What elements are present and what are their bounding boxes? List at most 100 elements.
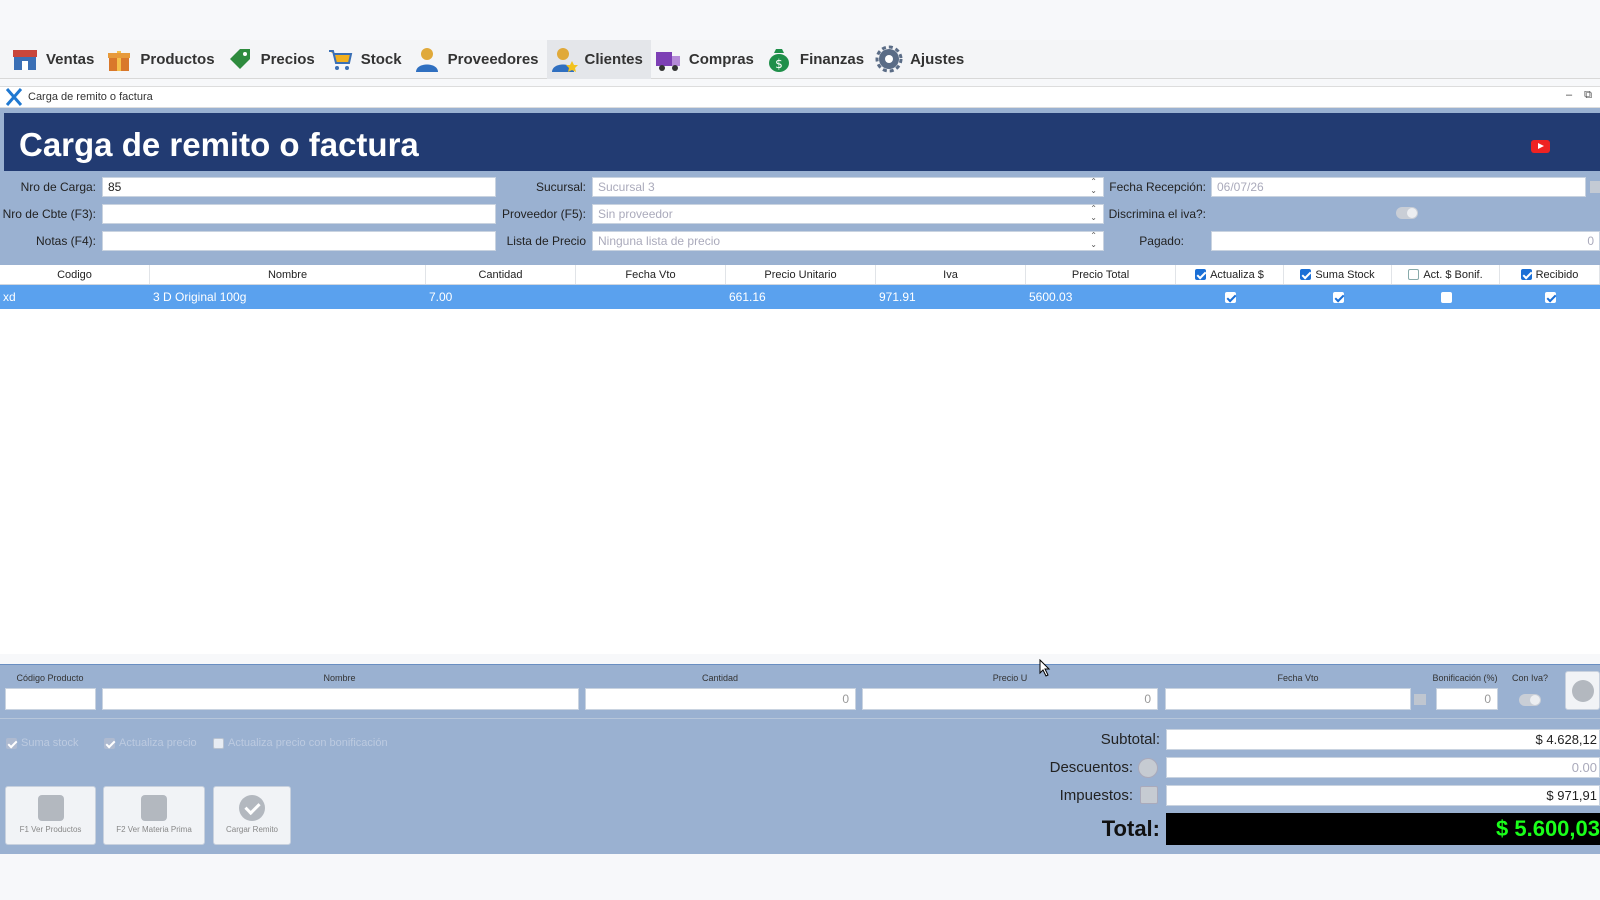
page-title: Carga de remito o factura xyxy=(19,126,419,163)
con-iva-toggle[interactable] xyxy=(1519,694,1541,706)
nro-carga-field[interactable]: 85 xyxy=(102,177,496,197)
pagado-label: Pagado: xyxy=(1139,234,1184,248)
menu-item-ventas[interactable]: Ventas xyxy=(8,40,102,79)
minimize-button[interactable]: – xyxy=(1566,89,1572,102)
client-person-icon xyxy=(551,48,578,72)
youtube-icon[interactable] xyxy=(1531,140,1550,153)
supplier-person-icon xyxy=(415,48,438,72)
header-checkbox[interactable] xyxy=(1195,269,1207,280)
row-checkbox[interactable] xyxy=(1224,291,1236,303)
descuentos-button[interactable] xyxy=(1138,758,1158,778)
table-cell-iva: 971.91 xyxy=(879,290,916,304)
row-checkbox[interactable] xyxy=(1332,291,1344,303)
checkmark-icon xyxy=(239,795,265,821)
column-header[interactable]: Precio Unitario xyxy=(726,265,876,284)
subtotal-label: Subtotal: xyxy=(1100,731,1160,748)
actualiza-bonif-checkbox[interactable] xyxy=(213,737,224,749)
column-header-label: Actualiza $ xyxy=(1210,268,1264,281)
column-header-label: Suma Stock xyxy=(1315,268,1375,281)
subtotal-field: $ 4.628,12 xyxy=(1166,729,1600,750)
column-header-label: Recibido xyxy=(1535,268,1579,281)
descuentos-field[interactable]: 0.00 xyxy=(1166,757,1600,778)
raw-material-icon xyxy=(141,795,167,821)
table-row[interactable]: xd 3 D Original 100g 7.00 661.16 971.91 5600.… xyxy=(0,285,1600,309)
menu-item-label: Precios xyxy=(260,50,315,68)
upload-icon xyxy=(1571,680,1594,702)
table-cell-check xyxy=(1392,285,1500,309)
impuestos-label: Impuestos: xyxy=(1059,787,1133,804)
table-cell-nombre: 3 D Original 100g xyxy=(153,290,247,304)
menu-item-label: Clientes xyxy=(584,50,643,68)
notas-label: Notas (F4): xyxy=(35,234,96,248)
bonificacion-input[interactable]: 0 xyxy=(1436,688,1498,710)
codigo-producto-input[interactable] xyxy=(5,688,96,710)
header-checkbox[interactable] xyxy=(1520,269,1532,280)
ver-productos-label: F1 Ver Productos xyxy=(19,825,82,834)
column-header[interactable]: Nombre xyxy=(150,265,426,284)
menu-item-clientes[interactable]: Clientes xyxy=(546,39,651,79)
row-checkbox[interactable] xyxy=(1440,291,1452,303)
row-checkbox[interactable] xyxy=(1544,291,1556,303)
impuestos-button[interactable] xyxy=(1140,786,1158,804)
actualiza-bonif-option[interactable]: Actualiza precio con bonificación xyxy=(213,737,388,749)
add-item-button[interactable] xyxy=(1565,671,1600,710)
notas-field[interactable] xyxy=(102,231,496,251)
nombre-input[interactable] xyxy=(102,688,579,710)
table-cell-check xyxy=(1284,285,1392,309)
menu-item-finanzas[interactable]: $ Finanzas xyxy=(762,40,872,79)
column-header[interactable]: Cantidad xyxy=(426,265,576,284)
table-cell-precio-unitario: 661.16 xyxy=(729,290,766,304)
menu-item-productos[interactable]: Productos xyxy=(102,40,222,79)
column-header[interactable]: Act. $ Bonif. xyxy=(1392,265,1500,284)
calendar-icon[interactable] xyxy=(1590,181,1600,193)
lista-precio-select[interactable]: Ninguna lista de precio xyxy=(592,231,1104,251)
restore-button[interactable]: ⧉ xyxy=(1584,89,1592,102)
column-header[interactable]: Suma Stock xyxy=(1284,265,1392,284)
column-header[interactable]: Actualiza $ xyxy=(1176,265,1284,284)
menu-item-ajustes[interactable]: Ajustes xyxy=(872,40,972,79)
column-header[interactable]: Iva xyxy=(876,265,1026,284)
proveedor-select[interactable]: Sin proveedor xyxy=(592,204,1104,224)
header-checkbox[interactable] xyxy=(1408,269,1420,280)
pagado-field[interactable]: 0 xyxy=(1211,231,1600,251)
column-header[interactable]: Recibido xyxy=(1500,265,1600,284)
menu-item-compras[interactable]: Compras xyxy=(651,40,762,79)
suma-stock-checkbox[interactable] xyxy=(6,737,17,749)
column-header-label: Precio Unitario xyxy=(764,268,837,281)
sucursal-select[interactable]: Sucursal 3 xyxy=(592,177,1104,197)
entry-panel: Código Producto Nombre Cantidad Precio U… xyxy=(0,664,1600,854)
suma-stock-option[interactable]: Suma stock xyxy=(6,737,78,749)
column-header-label: Nombre xyxy=(267,268,308,281)
column-header[interactable]: Precio Total xyxy=(1026,265,1176,284)
menu-item-precios[interactable]: Precios xyxy=(223,40,323,79)
precio-entry-label: Precio U xyxy=(992,673,1028,683)
fecha-vto-input[interactable] xyxy=(1165,688,1411,710)
precio-unitario-input[interactable]: 0 xyxy=(862,688,1158,710)
actualiza-precio-option[interactable]: Actualiza precio xyxy=(104,737,197,749)
ver-productos-button[interactable]: F1 Ver Productos xyxy=(5,786,96,845)
cantidad-input[interactable]: 0 xyxy=(585,688,856,710)
fecha-recepcion-field[interactable]: 06/07/26 xyxy=(1211,177,1586,197)
column-header[interactable]: Codigo xyxy=(0,265,150,284)
discrimina-iva-toggle[interactable] xyxy=(1396,207,1418,219)
total-amount: $ 5.600,03 xyxy=(1166,813,1600,845)
column-header[interactable]: Fecha Vto xyxy=(576,265,726,284)
cargar-remito-button[interactable]: Cargar Remito xyxy=(213,786,291,845)
actualiza-precio-checkbox[interactable] xyxy=(104,737,115,749)
table-header: Codigo Nombre Cantidad Fecha Vto Precio Unit… xyxy=(0,265,1600,285)
ver-materia-prima-button[interactable]: F2 Ver Materia Prima xyxy=(103,786,205,845)
proveedor-label: Proveedor (F5): xyxy=(501,207,586,221)
lista-precio-label: Lista de Precio xyxy=(506,234,586,248)
menu-item-stock[interactable]: Stock xyxy=(323,40,410,79)
calendar-icon[interactable] xyxy=(1414,694,1426,705)
menu-item-label: Ventas xyxy=(46,50,95,68)
svg-text:$: $ xyxy=(775,57,783,71)
nro-carga-label: Nro de Carga: xyxy=(20,180,96,194)
menu-item-proveedores[interactable]: Proveedores xyxy=(410,40,547,79)
nro-cbte-field[interactable] xyxy=(102,204,496,224)
menu-item-label: Stock xyxy=(360,50,402,68)
gift-icon xyxy=(108,51,131,71)
menu-item-label: Ajustes xyxy=(910,50,965,68)
fecha-vto-entry-label: Fecha Vto xyxy=(1277,673,1319,683)
header-checkbox[interactable] xyxy=(1300,269,1312,280)
